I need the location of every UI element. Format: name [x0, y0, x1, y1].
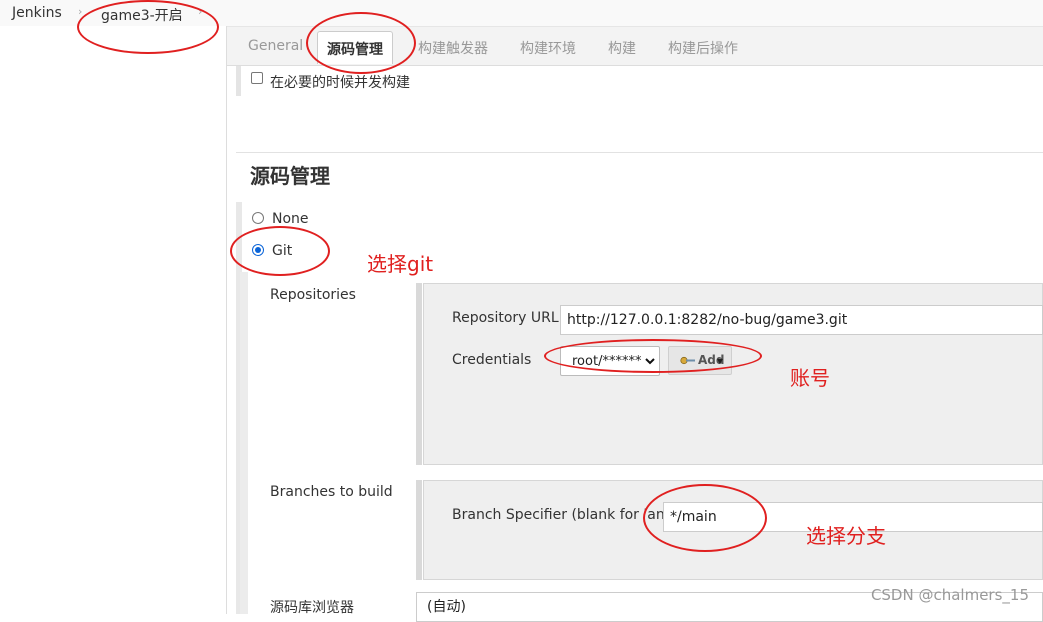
tab-build-environment[interactable]: 构建环境 [520, 38, 576, 58]
credentials-label: Credentials [452, 352, 532, 368]
branch-indent-bar [416, 480, 422, 580]
repository-url-input[interactable]: http://127.0.0.1:8282/no-bug/game3.git [560, 305, 1043, 335]
tab-build-triggers[interactable]: 构建触发器 [418, 38, 488, 58]
scm-none-label: None [272, 211, 309, 227]
tab-general[interactable]: General [248, 38, 303, 54]
breadcrumb-jenkins-link[interactable]: Jenkins [12, 5, 62, 21]
annotation-ellipse-tab [306, 12, 416, 74]
watermark: CSDN @chalmers_15 [870, 586, 1029, 604]
repository-indent-bar [416, 283, 422, 465]
branches-to-build-label: Branches to build [270, 484, 393, 500]
annotation-select-git: 选择git [367, 252, 434, 276]
tab-build[interactable]: 构建 [608, 38, 636, 58]
section-indent-bar [236, 66, 241, 96]
section-title: 源码管理 [250, 164, 330, 188]
repositories-label: Repositories [270, 287, 356, 303]
git-indent-bar [240, 272, 248, 614]
repository-browser-label: 源码库浏览器 [270, 600, 354, 616]
annotation-account: 账号 [790, 366, 830, 390]
scm-none-radio[interactable] [252, 212, 264, 224]
annotation-ellipse-branch [643, 484, 767, 552]
concurrent-build-checkbox[interactable] [251, 72, 263, 84]
annotation-select-branch: 选择分支 [806, 524, 886, 548]
annotation-ellipse-job [77, 0, 219, 54]
side-panel [0, 26, 227, 614]
annotation-ellipse-git [230, 226, 330, 276]
tab-post-build[interactable]: 构建后操作 [668, 38, 738, 58]
annotation-ellipse-credentials [544, 339, 762, 373]
repository-url-label: Repository URL [452, 310, 559, 326]
section-divider [236, 152, 1043, 153]
concurrent-build-label: 在必要的时候并发构建 [270, 75, 410, 91]
